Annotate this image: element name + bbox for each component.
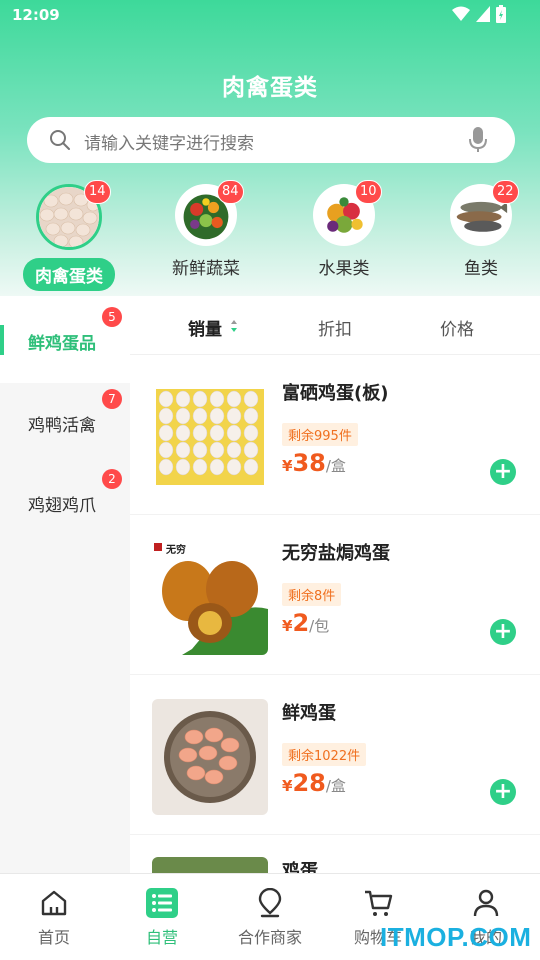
sort-tab-sales[interactable]: 销量 <box>188 315 222 340</box>
add-to-cart-button[interactable]: + <box>490 619 516 645</box>
product-card[interactable]: 富硒鸡蛋(板) 剩余995件 ¥38/盒 + <box>130 355 540 515</box>
nav-partner-merchants[interactable]: 合作商家 <box>216 888 324 948</box>
sidebar-item-label: 鸡翅鸡爪 <box>28 496 96 516</box>
product-stock: 剩余8件 <box>282 583 342 606</box>
category-meat-eggs[interactable]: 14 肉禽蛋类 <box>14 180 124 291</box>
sort-arrows-icon <box>231 320 237 332</box>
category-label: 鱼类 <box>464 259 498 279</box>
location-icon <box>258 888 282 918</box>
category-label: 新鲜蔬菜 <box>172 259 240 279</box>
product-price: ¥28/盒 <box>282 769 346 797</box>
category-badge: 14 <box>84 180 111 204</box>
sort-bar: 销量 折扣 价格 <box>130 297 540 355</box>
fresh-eggs-image <box>152 699 268 815</box>
wifi-icon <box>452 6 470 21</box>
brand-text: 无穷 <box>166 545 186 556</box>
product-name: 鲜鸡蛋 <box>282 703 336 724</box>
category-label: 肉禽蛋类 <box>23 258 115 291</box>
category-badge: 22 <box>492 180 519 204</box>
list-icon <box>146 888 178 918</box>
product-image <box>152 857 268 873</box>
product-stock: 剩余995件 <box>282 423 358 446</box>
category-badge: 84 <box>217 180 244 204</box>
category-fruits[interactable]: 10 水果类 <box>289 180 399 279</box>
sidebar-item-wings-feet[interactable]: 鸡翅鸡爪 2 <box>0 459 130 545</box>
nav-home[interactable]: 首页 <box>0 888 108 948</box>
category-badge: 10 <box>355 180 382 204</box>
product-image <box>152 699 268 815</box>
product-name: 鸡蛋 <box>282 861 318 873</box>
nav-self-operated[interactable]: 自营 <box>108 888 216 948</box>
sort-tab-discount[interactable]: 折扣 <box>318 315 352 340</box>
watermark: ITMOP.COM <box>380 922 532 952</box>
product-name: 无穷盐焗鸡蛋 <box>282 543 390 564</box>
status-time: 12:09 <box>12 6 60 24</box>
search-icon <box>50 130 70 150</box>
battery-icon <box>496 5 506 23</box>
status-bar: 12:09 <box>0 0 540 30</box>
nav-label: 首页 <box>37 928 70 947</box>
product-image: 无穷 <box>152 539 268 655</box>
sidebar-badge: 2 <box>102 469 122 489</box>
product-name: 富硒鸡蛋(板) <box>282 383 389 404</box>
home-icon <box>41 890 67 916</box>
product-stock: 剩余1022件 <box>282 743 367 766</box>
sidebar: 鲜鸡蛋品 5 鸡鸭活禽 7 鸡翅鸡爪 2 <box>0 297 130 873</box>
user-icon <box>473 889 499 917</box>
egg-tray-image <box>152 379 268 495</box>
microphone-icon[interactable] <box>469 127 487 153</box>
add-to-cart-button[interactable]: + <box>490 459 516 485</box>
search-box[interactable]: 请输入关键字进行搜索 <box>27 117 515 163</box>
sidebar-item-label: 鲜鸡蛋品 <box>28 334 96 354</box>
sidebar-badge: 5 <box>102 307 122 327</box>
product-price: ¥2/包 <box>282 609 330 637</box>
sidebar-item-label: 鸡鸭活禽 <box>28 416 96 436</box>
product-card[interactable]: 无穷 无穷盐焗鸡蛋 剩余8件 ¥2/包 + <box>130 515 540 675</box>
cart-icon <box>365 890 393 916</box>
sidebar-badge: 7 <box>102 389 122 409</box>
category-label: 水果类 <box>318 259 370 279</box>
product-card[interactable]: 鸡蛋 <box>130 835 540 873</box>
search-input[interactable]: 请输入关键字进行搜索 <box>84 129 254 154</box>
active-indicator <box>0 325 4 355</box>
product-image <box>152 379 268 495</box>
category-vegetables[interactable]: 84 新鲜蔬菜 <box>151 180 261 279</box>
sidebar-item-live-poultry[interactable]: 鸡鸭活禽 7 <box>0 379 130 465</box>
page-title: 肉禽蛋类 <box>222 75 318 101</box>
product-card[interactable]: 鲜鸡蛋 剩余1022件 ¥28/盒 + <box>130 675 540 835</box>
sidebar-item-fresh-eggs[interactable]: 鲜鸡蛋品 5 <box>0 297 130 383</box>
signal-icon <box>476 6 490 22</box>
nav-label: 自营 <box>145 928 178 947</box>
nav-label: 合作商家 <box>237 928 302 947</box>
product-price: ¥38/盒 <box>282 449 346 477</box>
add-to-cart-button[interactable]: + <box>490 779 516 805</box>
salted-eggs-image <box>152 539 268 655</box>
sort-tab-price[interactable]: 价格 <box>440 315 474 340</box>
category-fish[interactable]: 22 鱼类 <box>426 180 536 279</box>
status-icons <box>452 5 506 23</box>
